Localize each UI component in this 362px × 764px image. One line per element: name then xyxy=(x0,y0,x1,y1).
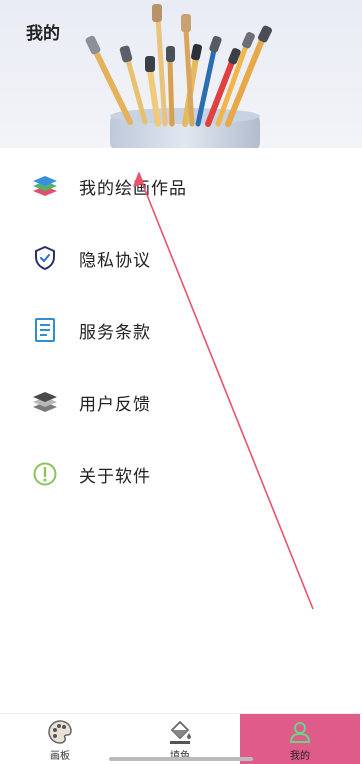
menu-item-label: 用户反馈 xyxy=(79,394,151,415)
palette-icon xyxy=(46,718,74,746)
tab-mine[interactable]: 我的 xyxy=(240,714,360,764)
menu-item-my-paintings[interactable]: 我的绘画作品 xyxy=(0,150,362,222)
tab-label: 我的 xyxy=(290,751,310,762)
menu-item-about-software[interactable]: 关于软件 xyxy=(0,438,362,510)
menu-item-privacy-policy[interactable]: 隐私协议 xyxy=(0,222,362,294)
menu-item-label: 服务条款 xyxy=(79,322,151,343)
home-indicator[interactable] xyxy=(109,757,253,761)
document-list-icon xyxy=(31,316,59,344)
info-circle-icon xyxy=(31,460,59,488)
tab-drawing-board[interactable]: 画板 xyxy=(0,714,120,764)
tab-label: 画板 xyxy=(50,751,70,762)
person-icon xyxy=(286,718,314,746)
paint-bucket-icon xyxy=(166,718,194,746)
header-banner: 我的 xyxy=(0,0,362,148)
menu-item-label: 我的绘画作品 xyxy=(79,178,187,199)
page-title: 我的 xyxy=(26,24,60,44)
shield-check-icon xyxy=(31,244,59,272)
menu-item-user-feedback[interactable]: 用户反馈 xyxy=(0,366,362,438)
layers-gray-icon xyxy=(31,388,59,416)
menu-item-terms-of-service[interactable]: 服务条款 xyxy=(0,294,362,366)
menu-item-label: 关于软件 xyxy=(79,466,151,487)
layers-color-icon xyxy=(31,172,59,200)
menu-item-label: 隐私协议 xyxy=(79,250,151,271)
